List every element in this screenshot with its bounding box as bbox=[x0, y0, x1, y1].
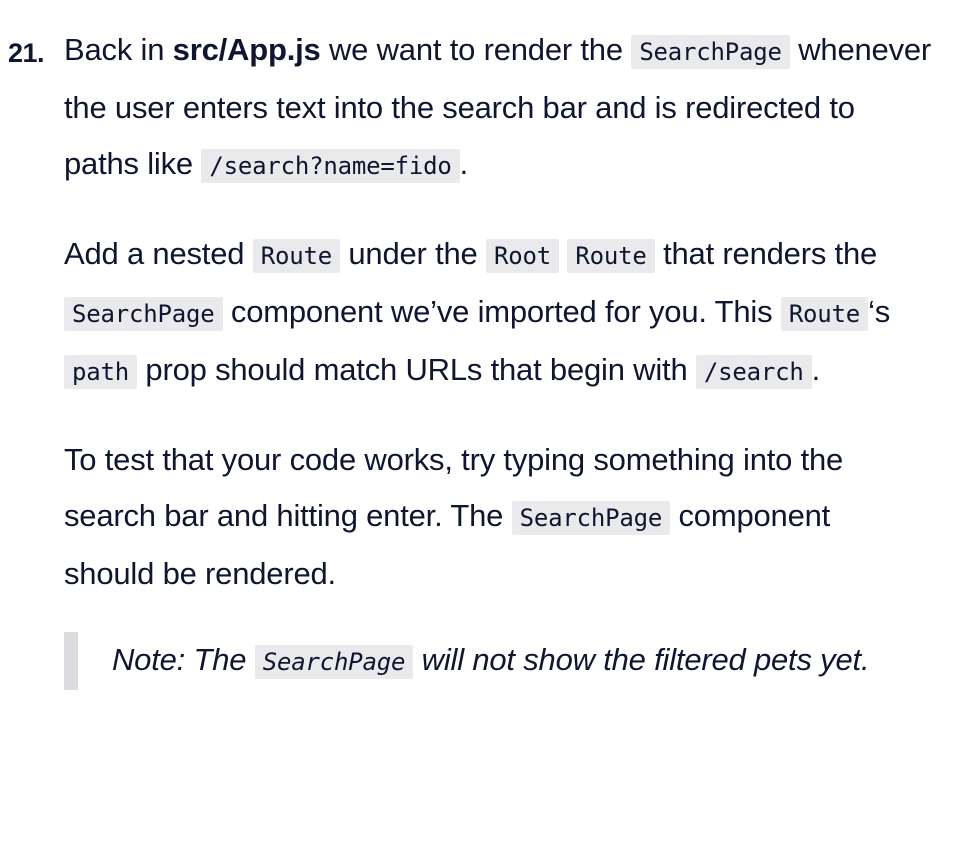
step-number: 21. bbox=[8, 38, 45, 68]
note-text: Note: The SearchPage will not show the f… bbox=[112, 632, 932, 690]
inline-code: Route bbox=[567, 239, 655, 273]
instruction-step: 21. Back in src/App.js we want to render… bbox=[0, 22, 956, 690]
text: . bbox=[459, 146, 469, 181]
inline-code: path bbox=[64, 355, 137, 389]
text: will not show the filtered pets yet. bbox=[413, 642, 870, 677]
text: that renders the bbox=[654, 236, 878, 271]
inline-code: Root bbox=[486, 239, 559, 273]
note-blockquote: Note: The SearchPage will not show the f… bbox=[64, 632, 932, 690]
inline-code: SearchPage bbox=[64, 297, 223, 331]
inline-code: SearchPage bbox=[511, 501, 671, 535]
inline-code: Route bbox=[780, 297, 869, 331]
file-name: src/App.js bbox=[172, 32, 321, 67]
text: under the bbox=[339, 236, 486, 271]
text: . bbox=[811, 352, 821, 387]
text: Note: The bbox=[112, 642, 255, 677]
step-content: Back in src/App.js we want to render the… bbox=[64, 22, 944, 690]
text: Add a nested bbox=[64, 236, 253, 271]
text: prop should match URLs that begin with bbox=[137, 352, 696, 387]
inline-code: SearchPage bbox=[254, 645, 414, 679]
instruction-paragraph-2: Add a nested Route under the Root Route … bbox=[64, 226, 944, 400]
inline-code: /search bbox=[695, 355, 812, 389]
inline-code: Route bbox=[252, 239, 340, 273]
text: ‘s bbox=[868, 294, 891, 329]
inline-code: /search?name=fido bbox=[201, 149, 460, 183]
inline-code: SearchPage bbox=[631, 35, 790, 69]
text: we want to render the bbox=[320, 32, 632, 67]
text: Back in bbox=[64, 32, 173, 67]
instruction-paragraph-1: Back in src/App.js we want to render the… bbox=[64, 22, 934, 194]
text: component we’ve imported for you. This bbox=[222, 294, 781, 329]
instruction-paragraph-3: To test that your code works, try typing… bbox=[64, 432, 914, 602]
